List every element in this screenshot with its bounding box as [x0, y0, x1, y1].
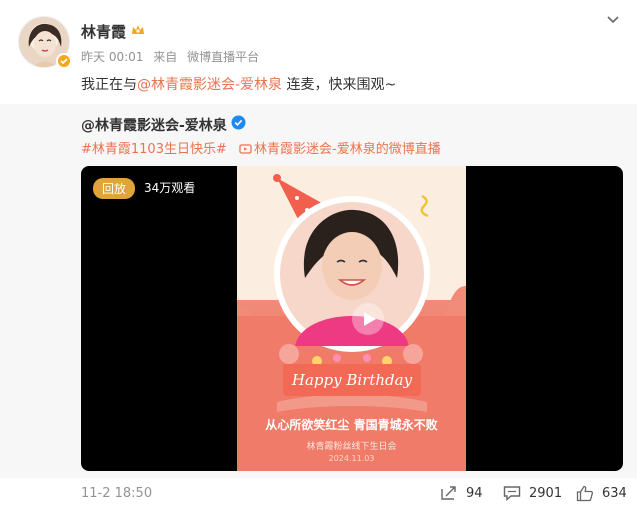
repost-author[interactable]: @林青霞影迷会-爱林泉	[81, 115, 227, 135]
vip-crown-icon	[130, 22, 146, 38]
like-count: 634	[602, 485, 627, 501]
post-source[interactable]: 微博直播平台	[187, 50, 259, 64]
post-time[interactable]: 昨天 00:01	[81, 50, 143, 64]
comment-count: 2901	[529, 485, 563, 501]
post-author[interactable]: 林青霞	[81, 21, 126, 42]
post-text: 我正在与@林青霞影迷会-爱林泉 连麦，快来围观~	[81, 74, 396, 94]
view-count: 34万观看	[144, 181, 196, 195]
post-timestamp[interactable]: 11-2 18:50	[81, 486, 152, 501]
replay-badge: 回放	[93, 178, 136, 199]
poster-title: Happy Birthday	[283, 364, 421, 396]
live-link[interactable]: 林青霞影迷会-爱林泉的微博直播	[254, 142, 441, 157]
verified-icon	[56, 53, 72, 69]
comment-button[interactable]: 2901	[503, 483, 562, 503]
repost-icon	[441, 486, 456, 500]
verified-icon	[231, 115, 246, 130]
poster-subtitle: 林青霞粉丝线下生日会	[306, 442, 397, 452]
post-footer: 11-2 18:50 94 2901 634	[0, 478, 637, 513]
repost-tags: #林青霞1103生日快乐# 林青霞影迷会-爱林泉的微博直播	[81, 138, 441, 157]
play-icon[interactable]	[351, 302, 385, 336]
repost-panel: @林青霞影迷会-爱林泉 #林青霞1103生日快乐# 林青霞影迷会-爱林泉的微博直…	[0, 104, 637, 478]
source-prefix: 来自	[153, 50, 178, 64]
chevron-down-icon[interactable]	[605, 12, 621, 28]
hashtag-link[interactable]: #林青霞1103生日快乐#	[81, 142, 227, 157]
live-icon	[239, 144, 252, 154]
comment-icon	[503, 486, 521, 501]
poster-date: 2024.11.03	[328, 454, 375, 463]
video-player[interactable]: Happy Birthday 从心所欲笑红尘 青国青城永不败 林青霞粉丝线下生日…	[81, 166, 623, 471]
like-icon	[576, 485, 594, 501]
post-text-suffix: 连麦，快来围观~	[282, 77, 397, 93]
weibo-post-card: 林青霞 昨天 00:01 来自 微博直播平台 我正在与@林青霞影迷会-爱林泉 连…	[0, 0, 637, 513]
repost-button[interactable]: 94	[440, 483, 483, 503]
like-button[interactable]: 634	[576, 483, 627, 503]
poster-slogan: 从心所欲笑红尘 青国青城永不败	[265, 418, 438, 432]
repost-count: 94	[466, 485, 483, 501]
mention-link[interactable]: @林青霞影迷会-爱林泉	[137, 77, 282, 93]
post-meta: 昨天 00:01 来自 微博直播平台	[81, 48, 265, 65]
post-text-prefix: 我正在与	[81, 77, 137, 93]
